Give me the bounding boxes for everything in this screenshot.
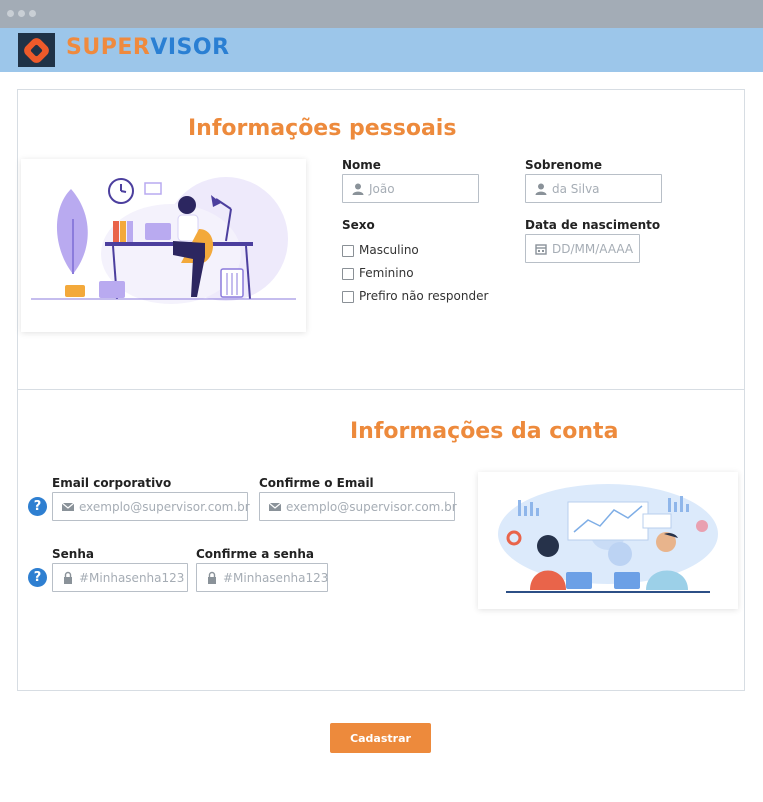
email-label: Email corporativo [52,476,172,490]
team-analytics-illustration [478,472,738,609]
window-dot [29,10,36,17]
lock-icon [64,571,72,584]
checkbox-feminino-label: Feminino [359,266,414,280]
sex-label: Sexo [342,218,375,232]
checkbox-masculino[interactable] [342,245,354,257]
birth-date-input[interactable]: DD/MM/AAAA [525,234,640,263]
window-titlebar [0,0,763,28]
first-name-placeholder: João [369,182,395,196]
checkbox-prefer-not[interactable] [342,291,354,303]
last-name-label: Sobrenome [525,158,602,172]
password-confirm-placeholder: #Minhasenha123 [223,571,329,585]
birth-date-label: Data de nascimento [525,218,661,232]
window-dot [18,10,25,17]
logo-icon [18,33,55,67]
birth-date-placeholder: DD/MM/AAAA [552,242,634,256]
email-confirm-placeholder: exemplo@supervisor.com.br [286,500,457,514]
user-icon [535,183,547,195]
email-help-icon[interactable]: ? [28,497,47,516]
email-placeholder: exemplo@supervisor.com.br [79,500,250,514]
calendar-icon [535,244,547,255]
window-dot [7,10,14,17]
user-icon [352,183,364,195]
password-confirm-label: Confirme a senha [196,547,314,561]
submit-button[interactable]: Cadastrar [330,723,431,753]
email-confirm-label: Confirme o Email [259,476,374,490]
office-worker-illustration [21,159,306,332]
brand-name: SUPERVISOR [66,35,230,60]
account-info-title: Informações da conta [350,419,619,444]
checkbox-prefer-not-label: Prefiro não responder [359,289,489,303]
personal-info-title: Informações pessoais [188,116,457,141]
lock-icon [208,571,216,584]
email-confirm-input[interactable]: exemplo@supervisor.com.br [259,492,457,521]
checkbox-masculino-label: Masculino [359,243,419,257]
checkbox-feminino[interactable] [342,268,354,280]
first-name-label: Nome [342,158,381,172]
app-header: SUPERVISOR [0,28,763,72]
mail-icon [268,502,282,511]
mail-icon [61,502,75,511]
password-input[interactable]: #Minhasenha123 [52,563,188,592]
email-input[interactable]: exemplo@supervisor.com.br [52,492,250,521]
password-placeholder: #Minhasenha123 [79,571,185,585]
last-name-placeholder: da Silva [552,182,600,196]
first-name-input[interactable]: João [342,174,479,203]
password-confirm-input[interactable]: #Minhasenha123 [196,563,328,592]
last-name-input[interactable]: da Silva [525,174,662,203]
password-help-icon[interactable]: ? [28,568,47,587]
password-label: Senha [52,547,94,561]
